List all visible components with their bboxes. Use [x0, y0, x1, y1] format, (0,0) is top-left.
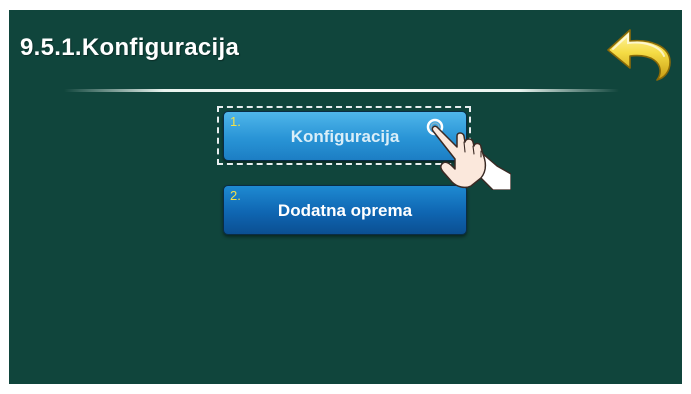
back-button[interactable]: [604, 24, 676, 82]
menu-item-label: Konfiguracija: [290, 127, 400, 146]
touch-screen: 9.5.1.Konfiguracija 1. Konfiguracija 2. …: [9, 10, 682, 384]
menu-item-label: Dodatna oprema: [277, 201, 413, 220]
page-title: 9.5.1.Konfiguracija: [20, 34, 240, 61]
back-arrow-icon: [607, 29, 671, 81]
title-divider: [64, 89, 619, 92]
menu-item-konfiguracija[interactable]: 1. Konfiguracija: [223, 111, 467, 161]
menu-item-dodatna-oprema[interactable]: 2. Dodatna oprema: [223, 185, 467, 235]
